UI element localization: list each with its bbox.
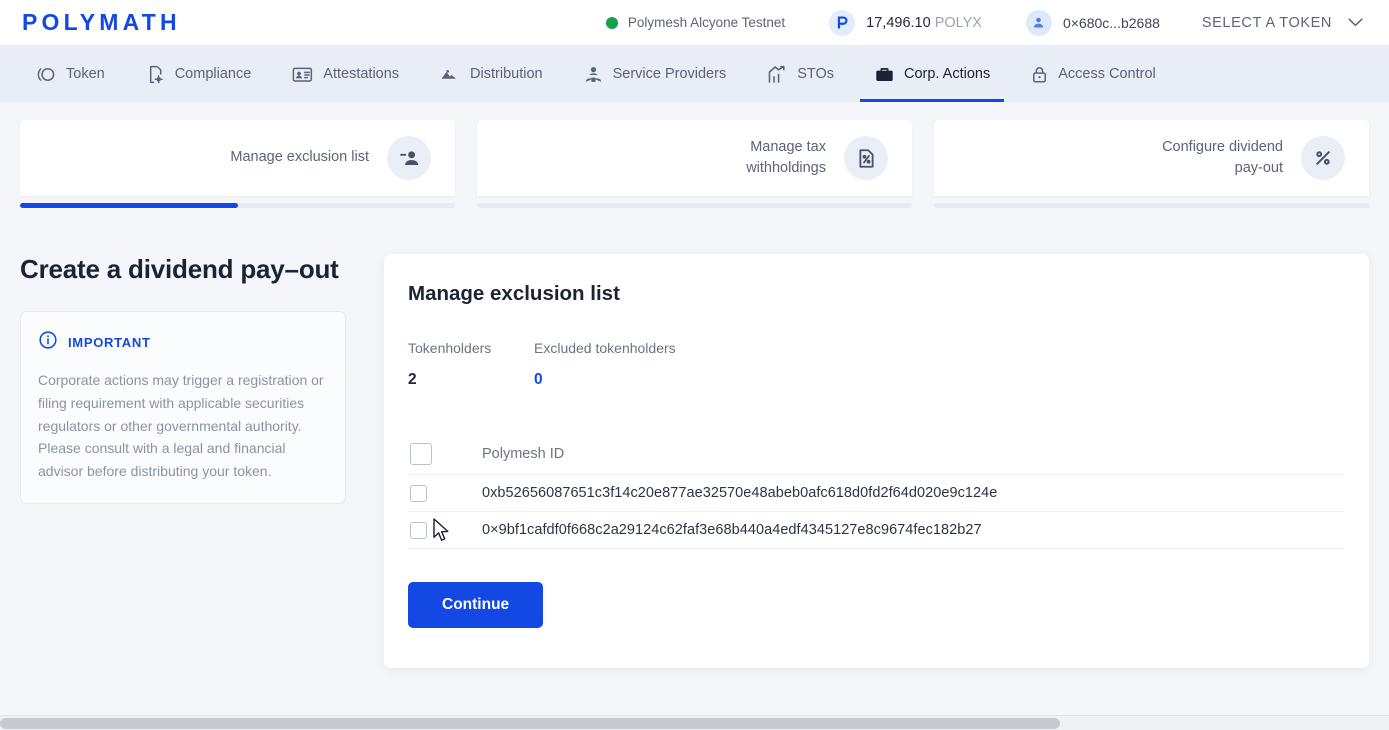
- stat-label: Excluded tokenholders: [534, 340, 676, 356]
- polymath-logo[interactable]: POLYMATH: [22, 11, 181, 34]
- nav-tab-label: Attestations: [323, 66, 400, 82]
- left-column: Create a dividend pay–out IMPORTANT Corp…: [20, 254, 346, 505]
- table-header-row: Polymesh ID: [408, 433, 1345, 475]
- wizard-step-dividend-payout[interactable]: Configure dividend pay-out: [934, 120, 1369, 208]
- chevron-down-icon: [1348, 14, 1363, 32]
- wizard-step-exclusion-list[interactable]: Manage exclusion list: [20, 120, 455, 208]
- notice-title: IMPORTANT: [68, 335, 151, 350]
- stat-value[interactable]: 0: [534, 371, 676, 389]
- horizontal-scrollbar[interactable]: [0, 715, 1389, 730]
- card-title: Manage exclusion list: [408, 282, 620, 305]
- nav-tab-service-providers[interactable]: Service Providers: [569, 46, 741, 102]
- briefcase-icon: [874, 64, 895, 85]
- manage-exclusion-card: Manage exclusion list Tokenholders 2 Exc…: [384, 254, 1369, 668]
- select-all-checkbox[interactable]: [410, 442, 432, 465]
- account-address: 0×680c...b2688: [1062, 14, 1160, 31]
- step-progress-track: [934, 203, 1369, 208]
- nav-tab-label: STOs: [797, 66, 834, 82]
- nav-tab-label: Corp. Actions: [904, 66, 991, 82]
- wizard-step-tax-withholdings[interactable]: Manage tax withholdings: [477, 120, 912, 208]
- balance-amount: 17,496.10 POLYX: [866, 14, 982, 31]
- user-avatar-icon: [1025, 9, 1052, 36]
- token-circle-icon: [36, 64, 57, 85]
- table-row[interactable]: 0×9bf1cafdf0f668c2a29124c62faf3e68b440a4…: [408, 512, 1345, 549]
- stat-tokenholders: Tokenholders 2: [408, 340, 534, 389]
- nav-tab-label: Distribution: [470, 66, 543, 82]
- cell-polymesh-id: 0xb52656087651c3f14c20e877ae32570e48abeb…: [482, 485, 998, 501]
- step-label: Configure dividend pay-out: [1162, 138, 1283, 176]
- stat-value: 2: [408, 371, 417, 388]
- step-progress-fill: [20, 203, 238, 208]
- stat-label: Tokenholders: [408, 340, 492, 356]
- main-navigation: Token Compliance Attestations Distributi…: [0, 46, 1389, 102]
- id-card-gear-icon: [291, 64, 314, 85]
- nav-tab-corp-actions[interactable]: Corp. Actions: [860, 46, 1005, 102]
- nav-tab-label: Compliance: [174, 66, 252, 82]
- nav-tab-distribution[interactable]: Distribution: [425, 46, 557, 102]
- nav-tab-label: Service Providers: [612, 66, 727, 82]
- document-percent-icon: [844, 136, 888, 180]
- percent-icon: [1301, 136, 1345, 180]
- person-remove-icon: [387, 136, 431, 180]
- token-selector-label: SELECT A TOKEN: [1201, 14, 1332, 31]
- scrollbar-thumb[interactable]: [0, 718, 1060, 729]
- person-group-icon: [583, 64, 604, 85]
- nav-tab-attestations[interactable]: Attestations: [277, 46, 413, 102]
- polyx-balance: 17,496.10 POLYX: [807, 9, 1004, 36]
- important-notice: IMPORTANT Corporate actions may trigger …: [20, 311, 346, 505]
- nav-tab-label: Access Control: [1058, 66, 1156, 82]
- row-checkbox[interactable]: [410, 521, 427, 539]
- page-title: Create a dividend pay–out: [20, 254, 339, 284]
- nav-tab-label: Token: [66, 66, 105, 82]
- header-right-group: Polymesh Alcyone Testnet 17,496.10 POLYX …: [584, 9, 1367, 36]
- network-indicator[interactable]: Polymesh Alcyone Testnet: [584, 15, 807, 30]
- step-progress-track: [477, 203, 912, 208]
- table-row[interactable]: 0xb52656087651c3f14c20e877ae32570e48abeb…: [408, 475, 1345, 512]
- nav-tab-token[interactable]: Token: [22, 46, 119, 102]
- tokenholders-table: Polymesh ID 0xb52656087651c3f14c20e877ae…: [408, 433, 1345, 549]
- step-label: Manage tax withholdings: [746, 138, 826, 176]
- network-label: Polymesh Alcyone Testnet: [627, 15, 786, 30]
- step-card: Configure dividend pay-out: [934, 120, 1369, 196]
- app-header: POLYMATH Polymesh Alcyone Testnet 17,496…: [0, 0, 1389, 46]
- row-checkbox[interactable]: [410, 484, 427, 502]
- continue-button[interactable]: Continue: [408, 582, 544, 628]
- wizard-stepper: Manage exclusion list Manage tax withhol…: [0, 102, 1389, 208]
- column-header-polymesh-id: Polymesh ID: [482, 445, 565, 462]
- polyx-logo-icon: [829, 9, 856, 36]
- bar-chart-arrow-icon: [766, 64, 788, 85]
- lock-icon: [1030, 64, 1049, 85]
- step-progress-track: [20, 203, 455, 208]
- select-all-cell: [410, 442, 482, 465]
- stats-row: Tokenholders 2 Excluded tokenholders 0: [408, 340, 1345, 389]
- nav-tab-stos[interactable]: STOs: [752, 46, 848, 102]
- step-label: Manage exclusion list: [230, 149, 369, 166]
- row-select-cell: [410, 484, 482, 502]
- mountains-icon: [439, 64, 461, 85]
- notice-header: IMPORTANT: [38, 330, 328, 355]
- cell-polymesh-id: 0×9bf1cafdf0f668c2a29124c62faf3e68b440a4…: [482, 522, 982, 538]
- page-body: Create a dividend pay–out IMPORTANT Corp…: [0, 208, 1389, 668]
- stat-excluded-tokenholders: Excluded tokenholders 0: [534, 340, 676, 389]
- step-card: Manage exclusion list: [20, 120, 455, 196]
- info-circle-icon: [38, 330, 58, 355]
- nav-tab-compliance[interactable]: Compliance: [131, 46, 266, 102]
- row-select-cell: [410, 521, 482, 539]
- status-dot-icon: [605, 16, 618, 29]
- balance-unit: POLYX: [934, 14, 982, 31]
- document-gear-icon: [145, 64, 166, 85]
- token-selector[interactable]: SELECT A TOKEN: [1182, 14, 1367, 32]
- notice-body: Corporate actions may trigger a registra…: [38, 372, 324, 480]
- nav-tab-access-control[interactable]: Access Control: [1016, 46, 1170, 102]
- account-indicator[interactable]: 0×680c...b2688: [1004, 9, 1182, 36]
- step-card: Manage tax withholdings: [477, 120, 912, 196]
